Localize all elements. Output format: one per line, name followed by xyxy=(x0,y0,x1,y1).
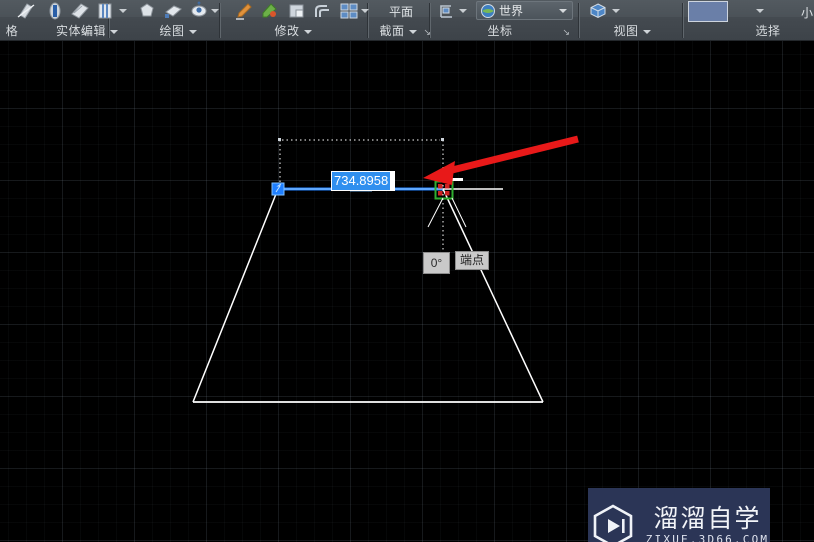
panel-label-text: 绘图 xyxy=(159,24,185,38)
chevron-down-icon[interactable] xyxy=(361,9,369,13)
panel-label-modify[interactable]: 修改 xyxy=(250,22,336,40)
dimension-input-value: 734.8958 xyxy=(332,172,391,190)
chevron-down-icon xyxy=(110,29,118,34)
pickbox-dot xyxy=(445,191,450,196)
panel-label-text: 坐标 xyxy=(487,24,513,38)
color-edge-icon[interactable] xyxy=(259,1,279,21)
osnap-tooltip: 端点 xyxy=(455,251,490,270)
ucs-icon[interactable] xyxy=(437,1,457,21)
pickbox-dot xyxy=(438,191,443,196)
pickbox-dot xyxy=(438,184,443,189)
shell-solid-icon[interactable] xyxy=(70,1,90,21)
chevron-down-icon xyxy=(559,9,567,13)
chevron-down-icon[interactable] xyxy=(612,9,620,13)
panel-label-coordinates: 坐标 xyxy=(470,22,530,40)
angle-tooltip: 0° xyxy=(423,252,450,274)
selection-size-label: 小 xyxy=(801,6,814,20)
annotation-arrow-icon xyxy=(423,135,579,185)
chevron-down-icon[interactable] xyxy=(211,9,219,13)
chevron-down-icon[interactable] xyxy=(459,9,467,13)
paint-face-icon[interactable] xyxy=(233,1,253,21)
separate-solid-icon[interactable] xyxy=(45,1,65,21)
panel-label-view[interactable]: 视图 xyxy=(597,22,667,40)
plane-view-button[interactable]: 平面 xyxy=(389,3,413,20)
play-logo-icon xyxy=(593,504,633,542)
imprint-icon[interactable] xyxy=(95,1,115,21)
tracking-anchor-right xyxy=(441,138,444,141)
chevron-down-icon[interactable] xyxy=(119,9,127,13)
watermark-text: 溜溜自学 ZIXUE.3D66.COM xyxy=(646,505,770,542)
dialog-launcher-arrow: ↘ xyxy=(423,27,432,37)
slice-solid-icon[interactable] xyxy=(16,1,36,21)
trapezoid-right-edge xyxy=(442,188,544,403)
panel-label-text: 视图 xyxy=(613,24,639,38)
chevron-down-icon xyxy=(188,29,197,34)
extrude-face-icon[interactable] xyxy=(163,1,183,21)
panel-separator xyxy=(682,3,684,38)
panel-label-grid: 格 xyxy=(0,22,32,40)
fillet-edge-icon[interactable] xyxy=(313,1,333,21)
watermark-logo: 溜溜自学 ZIXUE.3D66.COM xyxy=(588,488,770,542)
autocad-window: 格 ↘ 实体编辑 绘图 修改 平面 截面 ↘ 世界 坐标 ↘ 视图 小 选择 7… xyxy=(0,0,814,542)
ucs-combo-label: 世界 xyxy=(499,4,524,18)
panel-separator xyxy=(578,3,580,38)
panel-dialog-launcher-coordinates[interactable]: ↘ xyxy=(551,22,577,40)
pickbox-dot xyxy=(445,184,450,189)
presspull-icon[interactable] xyxy=(189,1,209,21)
panel-label-solid-editing[interactable]: 实体编辑 xyxy=(32,22,142,40)
trapezoid-left-edge xyxy=(192,188,279,403)
dimension-input-field[interactable]: 734.8958 xyxy=(331,171,395,191)
panel-label-text: 选择 xyxy=(755,24,781,38)
panel-dialog-launcher-section[interactable]: ↘ xyxy=(412,22,438,40)
panel-label-text: 实体编辑 xyxy=(55,24,106,38)
array-icon[interactable] xyxy=(339,1,359,21)
color-swatch-icon[interactable] xyxy=(688,1,728,22)
drawing-canvas[interactable]: 734.8958 0° 端点 溜溜自学 ZIXUE.3D66.COM xyxy=(0,41,814,542)
chevron-down-icon xyxy=(642,29,651,34)
panel-label-text: 修改 xyxy=(274,24,300,38)
watermark-brand-cn: 溜溜自学 xyxy=(653,504,762,533)
viewcube-icon[interactable] xyxy=(588,1,608,21)
tracking-anchor-left xyxy=(278,138,281,141)
ucs-world-combo[interactable]: 世界 xyxy=(476,1,573,20)
canvas-graphics xyxy=(192,135,579,403)
panel-label-text: 格 xyxy=(5,24,19,38)
watermark-brand-en: ZIXUE.3D66.COM xyxy=(645,533,770,542)
cursor-tick xyxy=(452,178,463,181)
dialog-launcher-arrow: ↘ xyxy=(562,27,571,37)
chevron-down-icon xyxy=(303,29,312,34)
solid-history-icon[interactable] xyxy=(287,1,307,21)
polysolid-icon[interactable] xyxy=(137,1,157,21)
panel-label-selection: 选择 xyxy=(738,22,798,40)
panel-separator xyxy=(219,3,221,38)
panel-label-text: 截面 xyxy=(379,24,405,38)
panel-label-draw[interactable]: 绘图 xyxy=(138,22,218,40)
chevron-down-icon[interactable] xyxy=(756,9,764,13)
tooltip-leader-left xyxy=(427,197,444,228)
ribbon-toolbar: 格 ↘ 实体编辑 绘图 修改 平面 截面 ↘ 世界 坐标 ↘ 视图 小 选择 xyxy=(0,0,814,41)
